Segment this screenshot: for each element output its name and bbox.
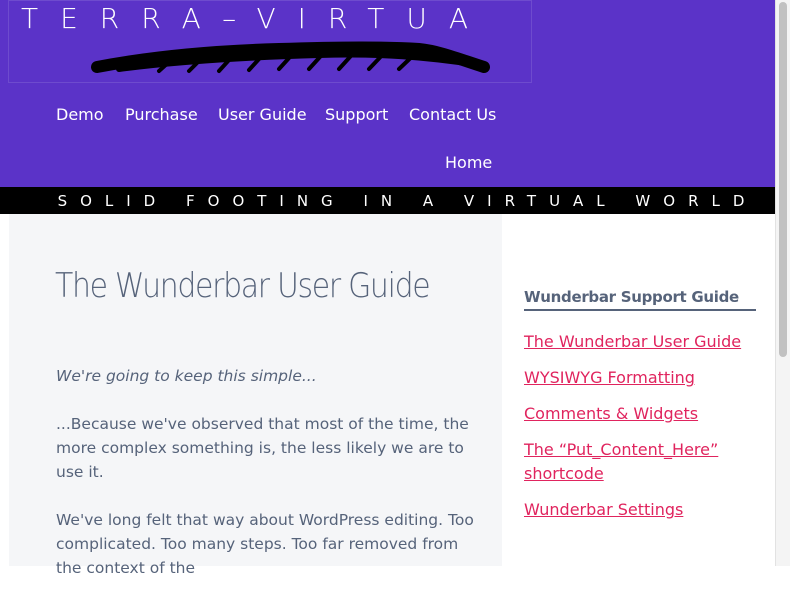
main-content: The Wunderbar User Guide We're going to … <box>9 214 502 577</box>
nav-purchase[interactable]: Purchase <box>125 105 198 124</box>
sidebar-link-comments-widgets[interactable]: Comments & Widgets <box>524 402 764 426</box>
site-tagline: SOLID FOOTING IN A VIRTUAL WORLD <box>57 191 758 210</box>
site-header: TERRA–VIRTUA Demo Purchase User Guide Su… <box>0 0 775 187</box>
body-paragraph: ...Because we've observed that most of t… <box>56 415 469 481</box>
sidebar-title: Wunderbar Support Guide <box>524 288 756 311</box>
sidebar-link-list: The Wunderbar User Guide WYSIWYG Formatt… <box>524 330 764 534</box>
sidebar-link-user-guide[interactable]: The Wunderbar User Guide <box>524 330 764 354</box>
main-nav: Demo Purchase User Guide Support Contact… <box>0 0 775 187</box>
nav-demo[interactable]: Demo <box>56 105 104 124</box>
nav-contact-us[interactable]: Contact Us <box>409 105 496 124</box>
sidebar-link-wysiwyg-formatting[interactable]: WYSIWYG Formatting <box>524 366 764 390</box>
page-scrollbar[interactable] <box>775 0 790 566</box>
sidebar-link-shortcode[interactable]: The “Put_Content_Here” shortcode <box>524 438 764 486</box>
sidebar-link-settings[interactable]: Wunderbar Settings <box>524 498 764 522</box>
nav-user-guide[interactable]: User Guide <box>218 105 307 124</box>
article-body: We're going to keep this simple... ...Be… <box>56 364 476 604</box>
tagline-bar: SOLID FOOTING IN A VIRTUAL WORLD <box>0 187 775 214</box>
nav-support[interactable]: Support <box>325 105 388 124</box>
page-title: The Wunderbar User Guide <box>55 266 431 306</box>
body-paragraph: We've long felt that way about WordPress… <box>56 511 474 577</box>
intro-paragraph: We're going to keep this simple... <box>56 367 317 385</box>
sidebar: Wunderbar Support Guide The Wunderbar Us… <box>502 214 775 566</box>
nav-home[interactable]: Home <box>445 153 492 172</box>
scrollbar-thumb[interactable] <box>779 2 787 357</box>
